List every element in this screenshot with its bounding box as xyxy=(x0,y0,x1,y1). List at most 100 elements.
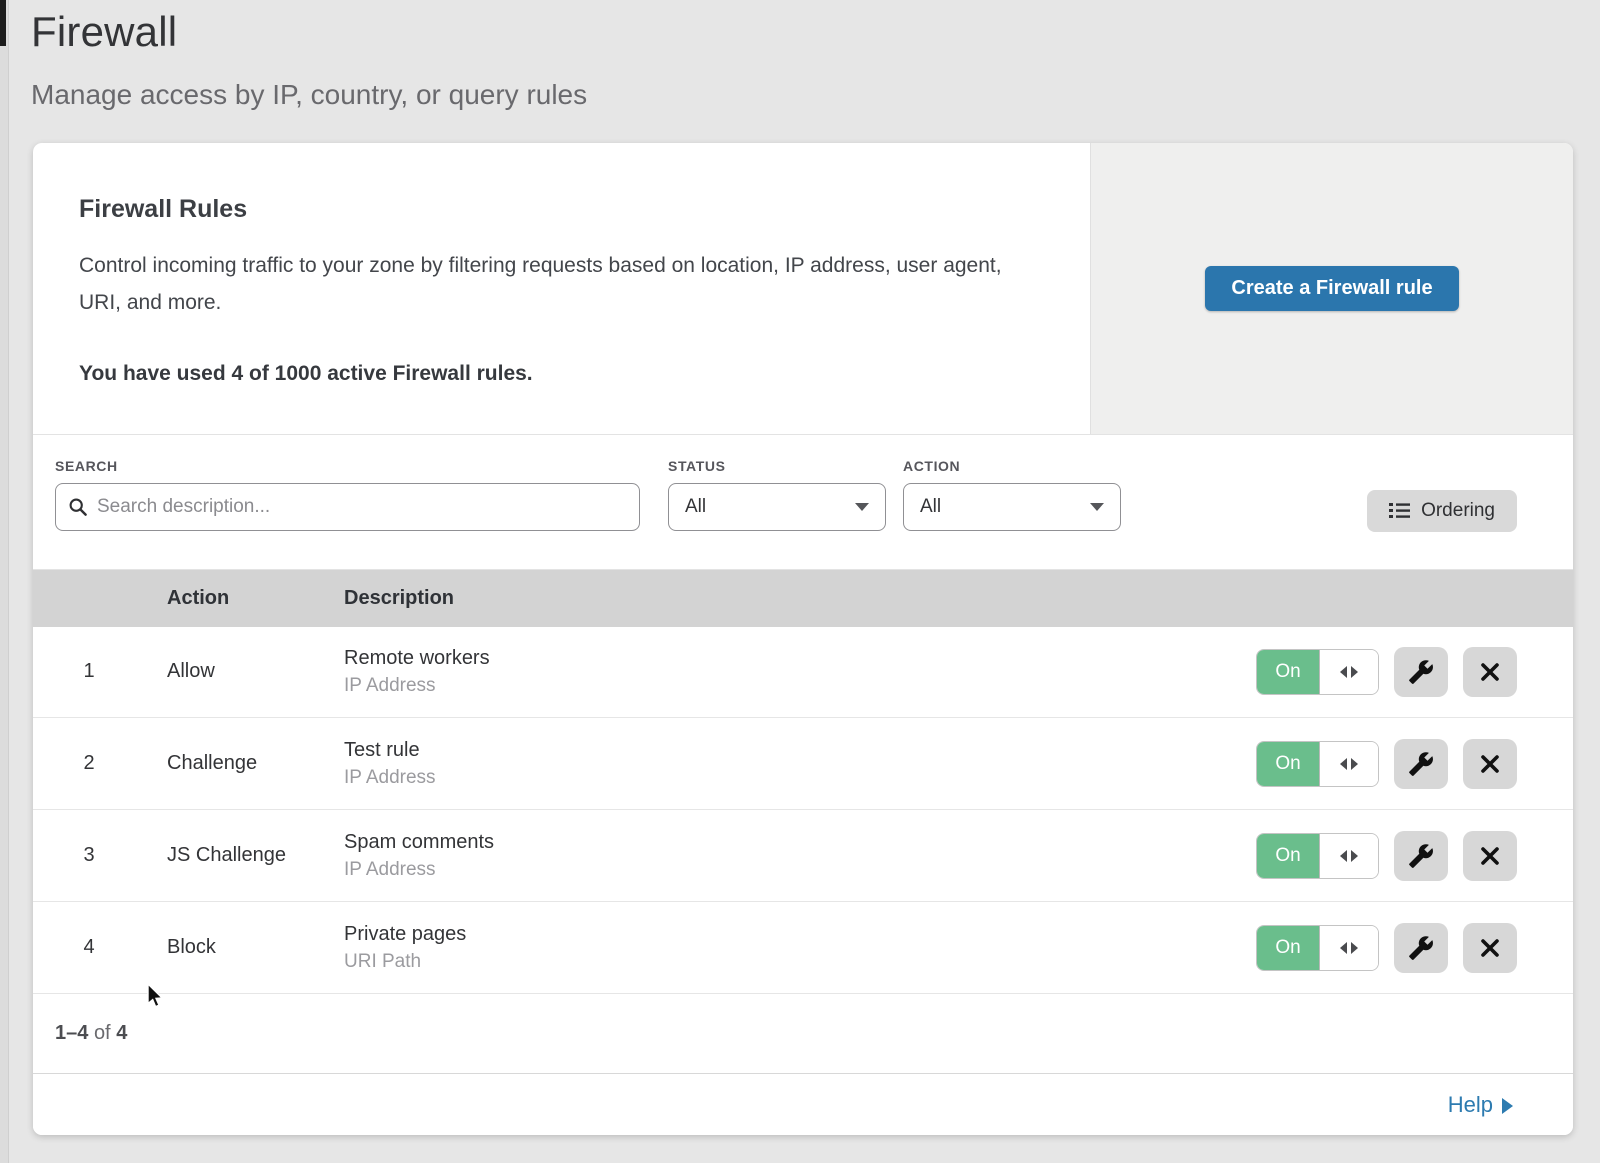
arrow-left-icon xyxy=(1340,942,1347,954)
info-pane: Firewall Rules Control incoming traffic … xyxy=(33,143,1090,434)
firewall-rules-card: Firewall Rules Control incoming traffic … xyxy=(33,143,1573,1135)
table-header: Action Description xyxy=(33,570,1573,627)
rule-action: Block xyxy=(167,936,344,959)
rule-controls: On xyxy=(1256,923,1517,973)
x-icon xyxy=(1479,753,1501,775)
rule-description-title: Remote workers xyxy=(344,647,1256,670)
rule-description-title: Spam comments xyxy=(344,831,1256,854)
status-select-value: All xyxy=(685,496,706,518)
delete-rule-button[interactable] xyxy=(1463,739,1517,789)
rule-criteria: URI Path xyxy=(344,951,1256,973)
toggle-handle[interactable] xyxy=(1320,926,1378,970)
help-link-label: Help xyxy=(1448,1092,1493,1118)
page-title: Firewall xyxy=(31,8,177,56)
firewall-page: Firewall Manage access by IP, country, o… xyxy=(0,0,1600,1163)
search-box xyxy=(55,483,640,531)
arrow-left-icon xyxy=(1340,758,1347,770)
pagination-range: 1–4 xyxy=(55,1022,88,1044)
wrench-icon xyxy=(1408,935,1434,961)
toggle-on-label: On xyxy=(1257,650,1320,694)
rule-criteria: IP Address xyxy=(344,767,1256,789)
rule-criteria: IP Address xyxy=(344,675,1256,697)
rule-criteria: IP Address xyxy=(344,859,1256,881)
rule-description: Spam comments IP Address xyxy=(344,831,1256,881)
toggle-handle[interactable] xyxy=(1320,742,1378,786)
rule-enabled-toggle[interactable]: On xyxy=(1256,925,1379,971)
rule-enabled-toggle[interactable]: On xyxy=(1256,741,1379,787)
ordering-button[interactable]: Ordering xyxy=(1367,490,1517,532)
section-description: Control incoming traffic to your zone by… xyxy=(79,248,1024,322)
action-select[interactable]: All xyxy=(903,483,1121,531)
usage-summary: You have used 4 of 1000 active Firewall … xyxy=(79,362,1030,386)
toggle-on-label: On xyxy=(1257,926,1320,970)
caret-down-icon xyxy=(1090,503,1104,511)
toggle-handle[interactable] xyxy=(1320,834,1378,878)
toggle-on-label: On xyxy=(1257,834,1320,878)
rule-controls: On xyxy=(1256,647,1517,697)
arrow-left-icon xyxy=(1340,666,1347,678)
table-row: 2 Challenge Test rule IP Address On xyxy=(33,718,1573,810)
rule-action: JS Challenge xyxy=(167,844,344,867)
toggle-handle[interactable] xyxy=(1320,650,1378,694)
info-section: Firewall Rules Control incoming traffic … xyxy=(33,143,1573,435)
arrow-right-icon xyxy=(1351,666,1358,678)
x-icon xyxy=(1479,845,1501,867)
rule-description: Remote workers IP Address xyxy=(344,647,1256,697)
window-edge-dark xyxy=(0,0,6,46)
wrench-icon xyxy=(1408,751,1434,777)
search-icon xyxy=(68,497,88,517)
edit-rule-button[interactable] xyxy=(1394,923,1448,973)
wrench-icon xyxy=(1408,659,1434,685)
delete-rule-button[interactable] xyxy=(1463,647,1517,697)
rule-enabled-toggle[interactable]: On xyxy=(1256,649,1379,695)
pagination-total: 4 xyxy=(116,1022,127,1044)
search-label: SEARCH xyxy=(55,458,640,474)
arrow-left-icon xyxy=(1340,850,1347,862)
edit-rule-button[interactable] xyxy=(1394,831,1448,881)
description-column-header: Description xyxy=(344,587,1573,610)
table-row: 3 JS Challenge Spam comments IP Address … xyxy=(33,810,1573,902)
rule-action: Challenge xyxy=(167,752,344,775)
create-firewall-rule-button[interactable]: Create a Firewall rule xyxy=(1205,266,1458,311)
delete-rule-button[interactable] xyxy=(1463,831,1517,881)
rule-action: Allow xyxy=(167,660,344,683)
rule-priority: 2 xyxy=(33,752,167,775)
rule-enabled-toggle[interactable]: On xyxy=(1256,833,1379,879)
rule-description-title: Test rule xyxy=(344,739,1256,762)
toggle-on-label: On xyxy=(1257,742,1320,786)
arrow-right-icon xyxy=(1351,942,1358,954)
rule-priority: 1 xyxy=(33,660,167,683)
action-select-value: All xyxy=(920,496,941,518)
delete-rule-button[interactable] xyxy=(1463,923,1517,973)
pagination-of: of xyxy=(94,1022,111,1044)
filter-bar: SEARCH STATUS All ACTION All xyxy=(33,435,1573,570)
x-icon xyxy=(1479,937,1501,959)
window-edge xyxy=(0,0,9,1163)
action-label: ACTION xyxy=(903,458,1121,474)
rule-priority: 4 xyxy=(33,936,167,959)
table-row: 1 Allow Remote workers IP Address On xyxy=(33,627,1573,719)
pagination-row: 1–4 of 4 xyxy=(33,994,1573,1073)
help-row: Help xyxy=(33,1073,1573,1135)
action-column-header: Action xyxy=(167,587,344,610)
search-filter-group: SEARCH xyxy=(55,458,640,531)
wrench-icon xyxy=(1408,843,1434,869)
rule-controls: On xyxy=(1256,739,1517,789)
search-input[interactable] xyxy=(97,496,627,518)
page-subtitle: Manage access by IP, country, or query r… xyxy=(31,79,587,111)
x-icon xyxy=(1479,661,1501,683)
status-select[interactable]: All xyxy=(668,483,886,531)
rule-description: Private pages URI Path xyxy=(344,923,1256,973)
ordered-list-icon xyxy=(1389,502,1410,519)
edit-rule-button[interactable] xyxy=(1394,739,1448,789)
ordering-button-label: Ordering xyxy=(1421,500,1495,522)
arrow-right-icon xyxy=(1351,850,1358,862)
table-row: 4 Block Private pages URI Path On xyxy=(33,902,1573,994)
section-heading: Firewall Rules xyxy=(79,195,1030,224)
rule-description: Test rule IP Address xyxy=(344,739,1256,789)
rule-controls: On xyxy=(1256,831,1517,881)
cta-pane: Create a Firewall rule xyxy=(1090,143,1573,434)
help-link[interactable]: Help xyxy=(1448,1092,1513,1118)
edit-rule-button[interactable] xyxy=(1394,647,1448,697)
rule-description-title: Private pages xyxy=(344,923,1256,946)
